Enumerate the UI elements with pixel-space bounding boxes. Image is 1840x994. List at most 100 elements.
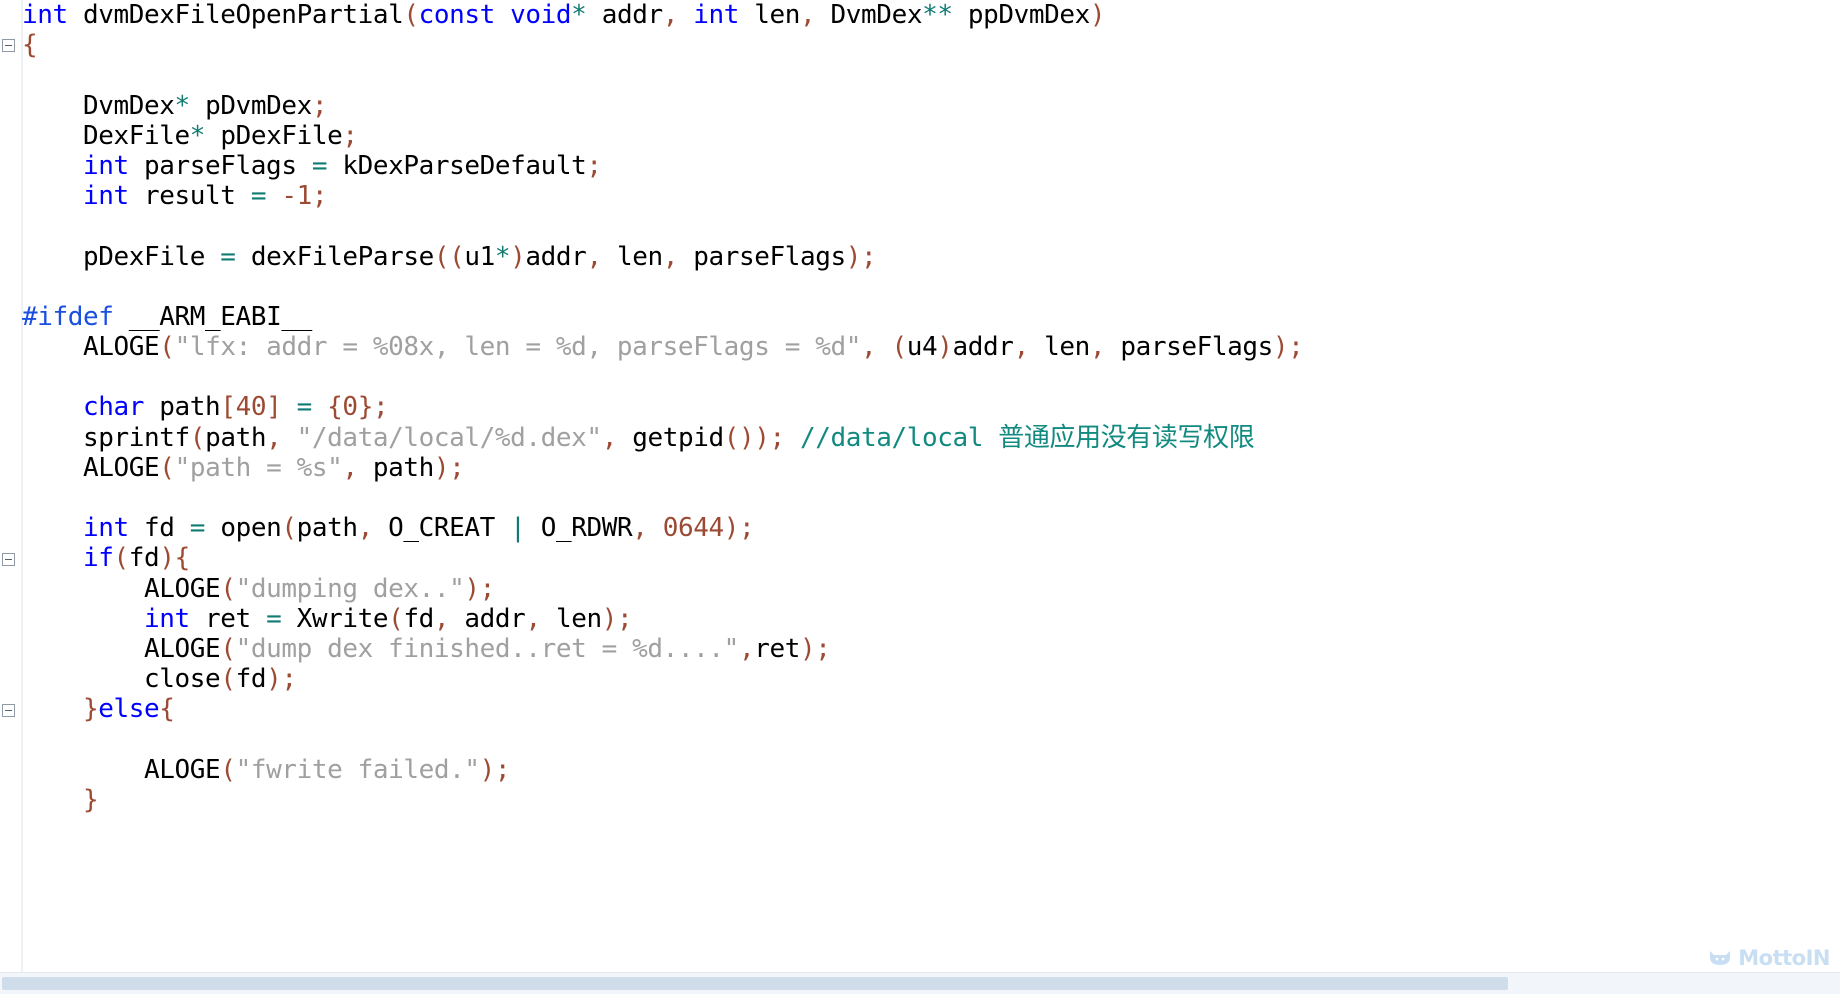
code-token: [ [220, 392, 236, 423]
code-token: ( [159, 452, 175, 483]
code-line[interactable] [22, 211, 1840, 241]
code-token: __ARM_EABI__ [113, 301, 312, 332]
code-token: , [342, 452, 358, 483]
code-token: len [540, 603, 602, 634]
code-line[interactable]: pDexFile = dexFileParse((u1*)addr, len, … [22, 242, 1840, 272]
code-token: ppDvmDex [952, 0, 1090, 30]
code-token: fd [403, 603, 434, 634]
code-line[interactable] [22, 60, 1840, 90]
code-line[interactable]: sprintf(path, "/data/local/%d.dex", getp… [22, 423, 1840, 453]
code-token: ALOGE [144, 633, 221, 664]
code-token: ( [388, 603, 404, 634]
horizontal-scrollbar-thumb[interactable] [2, 977, 1508, 990]
code-token: "lfx: addr = %08x, len = %d, parseFlags … [174, 332, 862, 363]
code-line[interactable]: int fd = open(path, O_CREAT | O_RDWR, 06… [22, 513, 1840, 543]
code-line[interactable]: ALOGE("fwrite failed."); [22, 755, 1840, 785]
code-token: ); [266, 664, 297, 695]
code-token: pDexFile [205, 120, 343, 151]
code-token: ALOGE [144, 754, 221, 785]
code-token: ()); [723, 422, 785, 453]
code-line[interactable]: if(fd){ [22, 543, 1840, 573]
code-token: , [1013, 332, 1030, 363]
code-token: , [632, 513, 648, 544]
horizontal-scrollbar[interactable] [0, 972, 1840, 994]
code-token: , [601, 422, 618, 453]
code-token: , [357, 513, 374, 544]
code-line[interactable]: ALOGE("path = %s", path); [22, 453, 1840, 483]
code-token: * [494, 241, 511, 272]
code-token: path [357, 452, 434, 483]
code-token: ; [586, 150, 602, 181]
code-token: result [128, 181, 251, 212]
code-token: addr [952, 332, 1014, 363]
code-line[interactable]: ALOGE("lfx: addr = %08x, len = %d, parse… [22, 332, 1840, 362]
code-token: "/data/local/%d.dex" [296, 422, 602, 453]
code-token: , [525, 603, 541, 634]
code-token: ); [433, 452, 465, 483]
code-token: }; [357, 392, 389, 423]
code-line[interactable]: } [22, 785, 1840, 815]
code-token: ) [1089, 0, 1106, 30]
code-token: close [144, 664, 221, 695]
code-token: DvmDex [815, 0, 923, 30]
code-token: = [311, 150, 328, 181]
code-line[interactable]: int ret = Xwrite(fd, addr, len); [22, 604, 1840, 634]
code-token: , [586, 241, 602, 272]
code-token: , [1089, 332, 1106, 363]
code-token: ( [220, 573, 236, 604]
code-line[interactable]: ALOGE("dump dex finished..ret = %d....",… [22, 634, 1840, 664]
code-token: parseFlags [128, 150, 312, 181]
fold-marker-icon[interactable] [2, 703, 15, 717]
code-token: ( [113, 543, 130, 574]
code-line[interactable]: }else{ [22, 694, 1840, 724]
code-token: 40 [235, 392, 267, 423]
fold-gutter[interactable] [0, 0, 23, 994]
code-token: dvmDexFileOpenPartial [67, 0, 404, 30]
code-line[interactable] [22, 272, 1840, 302]
fold-marker-icon[interactable] [2, 552, 15, 566]
code-token: ** [922, 0, 953, 30]
code-token: //data/local 普通应用没有读写权限 [800, 422, 1255, 453]
code-line[interactable]: ALOGE("dumping dex.."); [22, 574, 1840, 604]
code-token: u4 [906, 332, 938, 363]
code-content[interactable]: int dvmDexFileOpenPartial(const void* ad… [22, 0, 1840, 972]
fold-marker-icon[interactable] [2, 39, 15, 53]
code-line[interactable]: int dvmDexFileOpenPartial(const void* ad… [22, 0, 1840, 30]
code-line[interactable]: char path[40] = {0}; [22, 392, 1840, 422]
code-token: ret [754, 633, 800, 664]
code-line[interactable] [22, 725, 1840, 755]
code-token: pDvmDex [189, 90, 312, 121]
code-token: DvmDex [83, 90, 175, 121]
code-line[interactable]: DvmDex* pDvmDex; [22, 91, 1840, 121]
code-token: ; [342, 120, 358, 151]
code-line[interactable] [22, 483, 1840, 513]
code-line[interactable]: { [22, 30, 1840, 60]
code-token: ( [891, 332, 908, 363]
code-token: ( [189, 422, 206, 453]
code-token: = [189, 513, 206, 544]
code-token: else [98, 694, 160, 725]
code-editor[interactable]: int dvmDexFileOpenPartial(const void* ad… [0, 0, 1840, 994]
code-token: ); [601, 603, 633, 634]
code-token: ( [403, 0, 419, 30]
code-line[interactable]: int result = -1; [22, 181, 1840, 211]
code-line[interactable]: #ifdef __ARM_EABI__ [22, 302, 1840, 332]
code-line[interactable]: close(fd); [22, 664, 1840, 694]
code-token: O_CREAT [372, 513, 511, 544]
code-token: addr [525, 241, 587, 272]
code-token: | [510, 513, 526, 544]
code-token: { [159, 694, 175, 725]
code-token: * [174, 90, 191, 121]
code-token: ; [311, 181, 328, 212]
code-line[interactable]: int parseFlags = kDexParseDefault; [22, 151, 1840, 181]
code-token: ( [220, 754, 236, 785]
code-line[interactable] [22, 362, 1840, 392]
code-token: 0 [342, 392, 358, 423]
code-line[interactable]: DexFile* pDexFile; [22, 121, 1840, 151]
code-token: * [189, 120, 206, 151]
code-token: path [296, 513, 358, 544]
code-token: ); [723, 513, 755, 544]
code-token: , [433, 603, 450, 634]
